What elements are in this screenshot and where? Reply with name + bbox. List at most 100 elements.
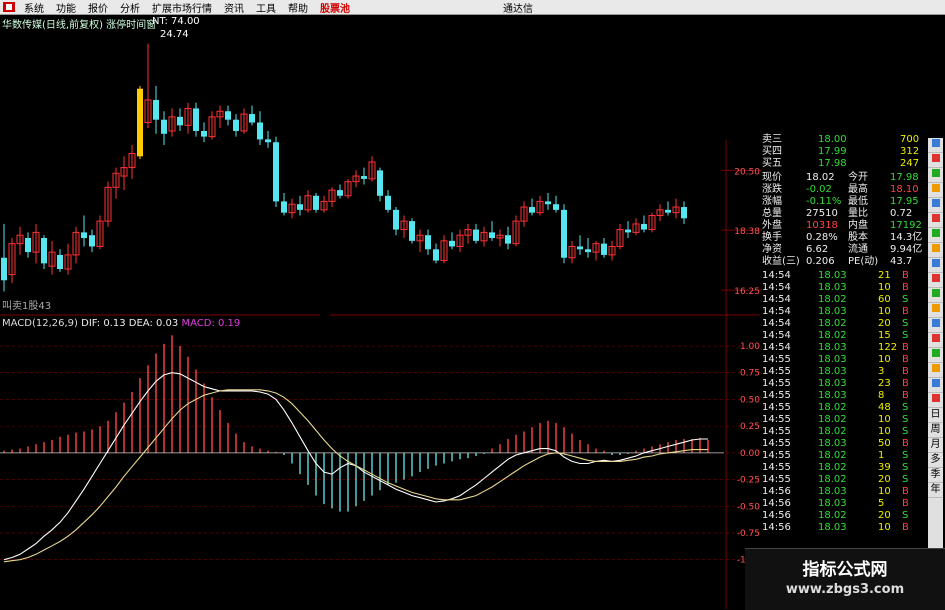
toolbar-button-icon[interactable] bbox=[928, 318, 943, 333]
stat-value: 17.95 bbox=[890, 196, 919, 207]
tick-volume: 23 bbox=[878, 378, 891, 389]
stat-value: -0.02 bbox=[806, 184, 832, 195]
tick-side: B bbox=[902, 366, 909, 377]
candle-body bbox=[89, 235, 95, 247]
toolbar-button-icon[interactable] bbox=[928, 273, 943, 288]
toolbar-button-icon[interactable] bbox=[928, 348, 943, 363]
tick-price: 18.02 bbox=[818, 450, 847, 461]
tick-price: 18.03 bbox=[818, 282, 847, 293]
tick-time: 14:55 bbox=[762, 462, 791, 473]
toolbar-button-icon[interactable] bbox=[928, 153, 943, 168]
stat-label: 换手 bbox=[762, 232, 782, 243]
tick-time: 14:54 bbox=[762, 306, 791, 317]
toolbar-button-icon[interactable] bbox=[928, 243, 943, 258]
period-button-3[interactable]: 多 bbox=[928, 453, 943, 468]
tick-volume: 3 bbox=[878, 366, 885, 377]
stat-row: 涨幅 -0.11% 最低 17.95 bbox=[762, 196, 925, 208]
price-tick-label: 20.50 bbox=[734, 167, 760, 177]
macd-tick-label: -0.75 bbox=[737, 529, 760, 539]
toolbar-button-icon[interactable] bbox=[928, 168, 943, 183]
tick-row: 14:54 18.03 10 B bbox=[762, 306, 925, 318]
candle-body bbox=[529, 207, 535, 213]
tick-row: 14:55 18.02 1 S bbox=[762, 450, 925, 462]
tick-price: 18.02 bbox=[818, 294, 847, 305]
tick-side: S bbox=[902, 402, 909, 413]
candle-body bbox=[193, 108, 199, 131]
candle-body bbox=[665, 209, 671, 213]
order-volume: 700 bbox=[900, 134, 920, 145]
stat-value: 14.3亿 bbox=[890, 232, 923, 243]
toolbar-button-icon[interactable] bbox=[928, 363, 943, 378]
candle-body bbox=[553, 204, 559, 210]
stat-label: 内盘 bbox=[848, 220, 868, 231]
candle-body bbox=[313, 195, 319, 210]
candle-body bbox=[57, 254, 63, 270]
tick-volume: 10 bbox=[878, 282, 891, 293]
stat-label: 净资 bbox=[762, 244, 782, 255]
tick-volume: 8 bbox=[878, 390, 885, 401]
candle-body bbox=[265, 139, 271, 143]
toolbar-button-icon[interactable] bbox=[928, 303, 943, 318]
tick-row: 14:55 18.03 10 B bbox=[762, 354, 925, 366]
tick-time: 14:55 bbox=[762, 414, 791, 425]
toolbar-button-icon[interactable] bbox=[928, 393, 943, 408]
toolbar-button-icon[interactable] bbox=[928, 228, 943, 243]
stat-value: 10318 bbox=[806, 220, 838, 231]
toolbar-button-icon[interactable] bbox=[928, 138, 943, 153]
stat-label: 最低 bbox=[848, 196, 868, 207]
stat-value: 18.02 bbox=[806, 172, 835, 183]
macd-tick-label: 0.00 bbox=[740, 449, 760, 459]
candle-body bbox=[161, 119, 167, 134]
tick-volume: 39 bbox=[878, 462, 891, 473]
tick-row: 14:54 18.02 60 S bbox=[762, 294, 925, 306]
tick-time: 14:55 bbox=[762, 426, 791, 437]
tick-row: 14:55 18.03 8 B bbox=[762, 390, 925, 402]
tick-side: S bbox=[902, 462, 909, 473]
period-button-1[interactable]: 周 bbox=[928, 423, 943, 438]
toolbar-button-icon[interactable] bbox=[928, 333, 943, 348]
toolbar-button-icon[interactable] bbox=[928, 198, 943, 213]
tick-time: 14:55 bbox=[762, 402, 791, 413]
candle-body bbox=[153, 99, 159, 120]
period-button-0[interactable]: 日 bbox=[928, 408, 943, 423]
period-button-4[interactable]: 季 bbox=[928, 468, 943, 483]
candle-body bbox=[489, 232, 495, 239]
candle-body bbox=[361, 176, 367, 179]
toolbar-button-icon[interactable] bbox=[928, 183, 943, 198]
stat-label: 涨幅 bbox=[762, 196, 782, 207]
stat-label: 收益(三) bbox=[762, 256, 800, 267]
stat-label: 最高 bbox=[848, 184, 868, 195]
candle-body bbox=[225, 111, 231, 120]
toolbar-button-icon[interactable] bbox=[928, 288, 943, 303]
tick-side: B bbox=[902, 342, 909, 353]
toolbar-button-icon[interactable] bbox=[928, 258, 943, 273]
toolbar-button-icon[interactable] bbox=[928, 378, 943, 393]
watermark-title: 指标公式网 bbox=[802, 560, 888, 580]
order-volume: 247 bbox=[900, 158, 920, 169]
tick-price: 18.03 bbox=[818, 486, 847, 497]
tick-side: S bbox=[902, 474, 909, 485]
order-price: 17.99 bbox=[818, 146, 847, 157]
tick-price: 18.03 bbox=[818, 366, 847, 377]
candle-body bbox=[433, 249, 439, 261]
tick-time: 14:54 bbox=[762, 282, 791, 293]
candle-body bbox=[281, 201, 287, 213]
tick-price: 18.03 bbox=[818, 522, 847, 533]
candle-body bbox=[249, 114, 255, 123]
tick-volume: 10 bbox=[878, 414, 891, 425]
price-tick-label: 16.25 bbox=[734, 287, 760, 297]
tick-time: 14:54 bbox=[762, 342, 791, 353]
tick-price: 18.03 bbox=[818, 498, 847, 509]
candle-body bbox=[201, 130, 207, 137]
tick-price: 18.03 bbox=[818, 390, 847, 401]
tick-time: 14:56 bbox=[762, 522, 791, 533]
macd-tick-label: 0.75 bbox=[740, 369, 760, 379]
period-button-5[interactable]: 年 bbox=[928, 483, 943, 498]
tick-price: 18.02 bbox=[818, 318, 847, 329]
period-button-2[interactable]: 月 bbox=[928, 438, 943, 453]
candle-body bbox=[681, 207, 687, 219]
tick-row: 14:54 18.03 122 B bbox=[762, 342, 925, 354]
macd-tick-label: 0.25 bbox=[740, 422, 760, 432]
tick-row: 14:55 18.02 20 S bbox=[762, 474, 925, 486]
toolbar-button-icon[interactable] bbox=[928, 213, 943, 228]
